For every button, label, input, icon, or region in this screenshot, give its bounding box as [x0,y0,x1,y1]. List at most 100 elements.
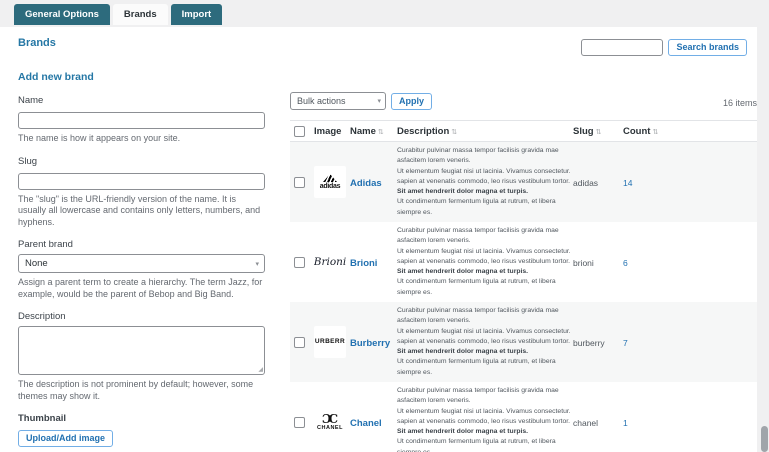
table-row: ƆC CHANEL Chanel Curabitur pulvinar mass… [290,382,757,452]
brand-image: ƆC CHANEL [314,406,346,438]
brand-image: adidas [314,166,346,198]
table-header-row: Image Name ⇅ Description ⇅ Slug ⇅ Count ⇅ [290,120,757,142]
brand-name-link[interactable]: Chanel [350,418,382,429]
slug-label: Slug [18,155,38,167]
description-line: Sit amet hendrerit dolor magna et turpis… [397,268,529,276]
brand-logo-icon: ƆC CHANEL [317,411,343,431]
search-brands-button[interactable]: Search brands [668,39,747,56]
brand-description: Curabitur pulvinar massa tempor facilisi… [397,306,573,378]
content-panel: Brands Search brands Add new brand Name … [0,27,757,452]
row-checkbox[interactable] [294,256,305,268]
parent-brand-help: Assign a parent term to create a hierarc… [18,277,263,299]
brand-count-link[interactable]: 6 [623,258,628,268]
column-header-description[interactable]: Description ⇅ [397,126,573,137]
description-line: sapien at venenatis commodo, leo risus v… [397,257,571,265]
description-line: Ut elementum feugiat nisi ut lacinia. Vi… [397,167,571,175]
brand-name-link[interactable]: Burberry [350,338,390,349]
description-line: asfacitem lorem veneris. [397,397,471,405]
description-line: siempre es. [397,368,433,376]
description-line: sapien at venenatis commodo, leo risus v… [397,417,571,425]
parent-brand-selected-value: None [25,258,48,269]
form-title: Add new brand [18,71,94,83]
name-field[interactable] [18,112,265,129]
row-checkbox[interactable] [294,336,305,348]
table-body: adidas Adidas Curabitur pulvinar massa t… [290,142,757,452]
tab-general-options[interactable]: General Options [14,4,110,25]
description-line: Ut elementum feugiat nisi ut lacinia. Vi… [397,327,571,335]
parent-brand-select[interactable]: None ▾ [18,254,265,273]
description-line: Curabitur pulvinar massa tempor facilisi… [397,386,559,394]
slug-field[interactable] [18,172,265,190]
brand-name-link[interactable]: Adidas [350,178,382,189]
description-line: siempre es. [397,288,433,296]
brand-logo-icon: adidas [320,174,341,190]
brand-logo-icon: Brioni [314,255,346,268]
tab-import[interactable]: Import [170,4,223,25]
name-help: The name is how it appears on your site. [18,133,181,143]
sort-icon[interactable]: ⇅ [652,129,658,136]
description-line: Ut elementum feugiat nisi ut lacinia. Vi… [397,247,571,255]
description-label: Description [18,311,66,322]
bulk-actions-select[interactable]: Bulk actions ▾ [290,92,386,110]
brand-description: Curabitur pulvinar massa tempor facilisi… [397,146,573,218]
search-input[interactable] [581,39,664,56]
tab-brands[interactable]: Brands [112,4,168,25]
select-all-checkbox[interactable] [294,125,305,137]
brand-count-link[interactable]: 1 [623,418,628,428]
table-row: adidas Adidas Curabitur pulvinar massa t… [290,142,757,222]
brand-logo-icon: URBERR [314,337,346,345]
brand-description: Curabitur pulvinar massa tempor facilisi… [397,386,573,452]
column-header-image: Image [314,125,342,137]
resize-grip-icon[interactable]: ◢ [258,366,263,373]
chevron-down-icon: ▾ [377,98,381,105]
description-line: Ut condimentum fermentum ligula at rutru… [397,278,556,286]
description-line: Sit amet hendrerit dolor magna et turpis… [397,188,529,196]
brand-slug: burberry [573,338,605,348]
tab-bar: General Options Brands Import [14,4,223,25]
brand-slug: brioni [573,258,594,268]
brand-image: Brioni [314,246,346,278]
brand-image: URBERR [314,326,346,358]
column-header-slug[interactable]: Slug ⇅ [573,126,623,137]
page: General Options Brands Import Brands Sea… [0,0,769,452]
description-line: Sit amet hendrerit dolor magna et turpis… [397,348,529,356]
description-line: Curabitur pulvinar massa tempor facilisi… [397,226,559,234]
add-new-brand-form: Add new brand Name The name is how it ap… [18,71,265,452]
brand-count-link[interactable]: 14 [623,178,632,188]
description-line: asfacitem lorem veneris. [397,157,471,165]
description-line: sapien at venenatis commodo, leo risus v… [397,337,571,345]
chevron-down-icon: ▾ [255,261,259,268]
thumbnail-label: Thumbnail [18,413,67,424]
sort-icon[interactable]: ⇅ [596,129,602,136]
description-line: Sit amet hendrerit dolor magna et turpis… [397,428,529,436]
name-label: Name [18,95,44,106]
brand-slug: adidas [573,178,599,188]
parent-brand-label: Parent brand [18,239,73,250]
column-header-count[interactable]: Count ⇅ [623,126,668,137]
description-line: Ut condimentum fermentum ligula at rutru… [397,438,556,446]
thumbnail-upload-button[interactable]: Upload/Add image [18,430,114,447]
description-line: asfacitem lorem veneris. [397,317,471,325]
description-line: Curabitur pulvinar massa tempor facilisi… [397,306,559,314]
description-textarea[interactable]: ◢ [18,326,265,375]
brand-name-link[interactable]: Brioni [350,258,377,269]
description-line: Ut elementum feugiat nisi ut lacinia. Vi… [397,407,571,415]
brands-table-section: Bulk actions ▾ Apply 16 items Image Name… [290,91,757,452]
brands-table: Image Name ⇅ Description ⇅ Slug ⇅ Count ⇅ ad… [290,120,757,452]
scrollbar-thumb[interactable] [761,426,768,452]
description-line: sapien at venenatis commodo, leo risus v… [397,177,571,185]
sort-icon[interactable]: ⇅ [378,129,384,136]
bulk-actions-toolbar: Bulk actions ▾ Apply [290,91,757,111]
bulk-actions-label: Bulk actions [297,96,346,106]
description-line: siempre es. [397,208,433,216]
table-row: Brioni Brioni Curabitur pulvinar massa t… [290,222,757,302]
page-title: Brands [18,37,56,49]
row-checkbox[interactable] [294,416,305,428]
brand-count-link[interactable]: 7 [623,338,628,348]
row-checkbox[interactable] [294,176,305,188]
column-header-name[interactable]: Name ⇅ [350,126,397,137]
search-row: Search brands [581,39,747,56]
apply-button[interactable]: Apply [391,92,433,110]
table-row: URBERR Burberry Curabitur pulvinar massa… [290,302,757,382]
sort-icon[interactable]: ⇅ [451,129,457,136]
